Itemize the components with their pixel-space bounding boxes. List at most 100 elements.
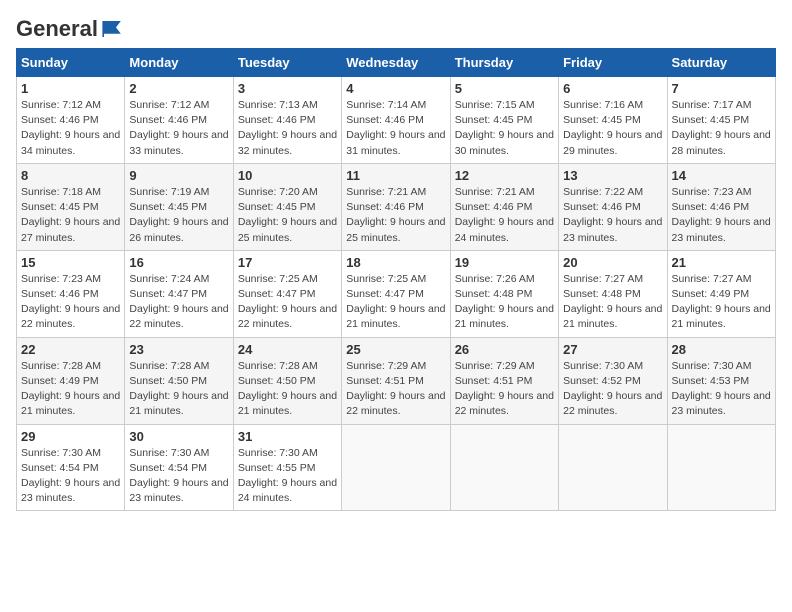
sunrise-label: Sunrise: 7:25 AM <box>346 273 426 285</box>
sunrise-label: Sunrise: 7:18 AM <box>21 186 101 198</box>
day-number: 23 <box>129 342 228 357</box>
sunset-label: Sunset: 4:45 PM <box>455 114 533 126</box>
calendar-cell: 15 Sunrise: 7:23 AM Sunset: 4:46 PM Dayl… <box>17 250 125 337</box>
calendar-week-row: 15 Sunrise: 7:23 AM Sunset: 4:46 PM Dayl… <box>17 250 776 337</box>
sunset-label: Sunset: 4:46 PM <box>21 288 99 300</box>
day-info: Sunrise: 7:12 AM Sunset: 4:46 PM Dayligh… <box>129 98 228 159</box>
calendar-cell: 14 Sunrise: 7:23 AM Sunset: 4:46 PM Dayl… <box>667 163 775 250</box>
day-info: Sunrise: 7:30 AM Sunset: 4:52 PM Dayligh… <box>563 359 662 420</box>
calendar-table: Sunday Monday Tuesday Wednesday Thursday… <box>16 48 776 511</box>
calendar-week-row: 8 Sunrise: 7:18 AM Sunset: 4:45 PM Dayli… <box>17 163 776 250</box>
daylight-label: Daylight: 9 hours and 25 minutes. <box>346 216 445 243</box>
calendar-week-row: 22 Sunrise: 7:28 AM Sunset: 4:49 PM Dayl… <box>17 337 776 424</box>
sunset-label: Sunset: 4:46 PM <box>672 201 750 213</box>
day-number: 6 <box>563 81 662 96</box>
sunset-label: Sunset: 4:46 PM <box>346 201 424 213</box>
sunset-label: Sunset: 4:47 PM <box>238 288 316 300</box>
calendar-cell: 21 Sunrise: 7:27 AM Sunset: 4:49 PM Dayl… <box>667 250 775 337</box>
sunrise-label: Sunrise: 7:12 AM <box>21 99 101 111</box>
day-number: 22 <box>21 342 120 357</box>
daylight-label: Daylight: 9 hours and 33 minutes. <box>129 129 228 156</box>
day-info: Sunrise: 7:21 AM Sunset: 4:46 PM Dayligh… <box>455 185 554 246</box>
calendar-cell: 9 Sunrise: 7:19 AM Sunset: 4:45 PM Dayli… <box>125 163 233 250</box>
calendar-cell: 8 Sunrise: 7:18 AM Sunset: 4:45 PM Dayli… <box>17 163 125 250</box>
calendar-cell: 25 Sunrise: 7:29 AM Sunset: 4:51 PM Dayl… <box>342 337 450 424</box>
sunrise-label: Sunrise: 7:28 AM <box>129 360 209 372</box>
calendar-cell: 10 Sunrise: 7:20 AM Sunset: 4:45 PM Dayl… <box>233 163 341 250</box>
sunrise-label: Sunrise: 7:12 AM <box>129 99 209 111</box>
daylight-label: Daylight: 9 hours and 24 minutes. <box>238 477 337 504</box>
sunrise-label: Sunrise: 7:23 AM <box>21 273 101 285</box>
day-info: Sunrise: 7:21 AM Sunset: 4:46 PM Dayligh… <box>346 185 445 246</box>
daylight-label: Daylight: 9 hours and 31 minutes. <box>346 129 445 156</box>
sunset-label: Sunset: 4:45 PM <box>21 201 99 213</box>
day-number: 11 <box>346 168 445 183</box>
day-info: Sunrise: 7:25 AM Sunset: 4:47 PM Dayligh… <box>238 272 337 333</box>
daylight-label: Daylight: 9 hours and 21 minutes. <box>238 390 337 417</box>
day-number: 21 <box>672 255 771 270</box>
day-number: 18 <box>346 255 445 270</box>
day-number: 30 <box>129 429 228 444</box>
day-number: 3 <box>238 81 337 96</box>
sunrise-label: Sunrise: 7:24 AM <box>129 273 209 285</box>
daylight-label: Daylight: 9 hours and 23 minutes. <box>563 216 662 243</box>
day-number: 19 <box>455 255 554 270</box>
daylight-label: Daylight: 9 hours and 24 minutes. <box>455 216 554 243</box>
day-number: 12 <box>455 168 554 183</box>
day-number: 20 <box>563 255 662 270</box>
calendar-cell: 5 Sunrise: 7:15 AM Sunset: 4:45 PM Dayli… <box>450 77 558 164</box>
day-number: 15 <box>21 255 120 270</box>
sunset-label: Sunset: 4:49 PM <box>21 375 99 387</box>
daylight-label: Daylight: 9 hours and 32 minutes. <box>238 129 337 156</box>
sunrise-label: Sunrise: 7:25 AM <box>238 273 318 285</box>
sunset-label: Sunset: 4:45 PM <box>129 201 207 213</box>
sunset-label: Sunset: 4:45 PM <box>563 114 641 126</box>
calendar-cell: 23 Sunrise: 7:28 AM Sunset: 4:50 PM Dayl… <box>125 337 233 424</box>
sunset-label: Sunset: 4:51 PM <box>346 375 424 387</box>
daylight-label: Daylight: 9 hours and 22 minutes. <box>129 303 228 330</box>
sunset-label: Sunset: 4:46 PM <box>238 114 316 126</box>
sunrise-label: Sunrise: 7:30 AM <box>563 360 643 372</box>
daylight-label: Daylight: 9 hours and 22 minutes. <box>563 390 662 417</box>
calendar-cell: 6 Sunrise: 7:16 AM Sunset: 4:45 PM Dayli… <box>559 77 667 164</box>
sunrise-label: Sunrise: 7:21 AM <box>346 186 426 198</box>
sunrise-label: Sunrise: 7:30 AM <box>238 447 318 459</box>
day-info: Sunrise: 7:23 AM Sunset: 4:46 PM Dayligh… <box>21 272 120 333</box>
day-info: Sunrise: 7:28 AM Sunset: 4:50 PM Dayligh… <box>129 359 228 420</box>
sunrise-label: Sunrise: 7:21 AM <box>455 186 535 198</box>
calendar-cell: 29 Sunrise: 7:30 AM Sunset: 4:54 PM Dayl… <box>17 424 125 511</box>
day-number: 29 <box>21 429 120 444</box>
sunrise-label: Sunrise: 7:29 AM <box>346 360 426 372</box>
sunrise-label: Sunrise: 7:13 AM <box>238 99 318 111</box>
sunset-label: Sunset: 4:47 PM <box>346 288 424 300</box>
day-info: Sunrise: 7:25 AM Sunset: 4:47 PM Dayligh… <box>346 272 445 333</box>
calendar-cell: 18 Sunrise: 7:25 AM Sunset: 4:47 PM Dayl… <box>342 250 450 337</box>
sunset-label: Sunset: 4:46 PM <box>346 114 424 126</box>
day-number: 8 <box>21 168 120 183</box>
sunset-label: Sunset: 4:55 PM <box>238 462 316 474</box>
sunrise-label: Sunrise: 7:20 AM <box>238 186 318 198</box>
sunrise-label: Sunrise: 7:15 AM <box>455 99 535 111</box>
day-number: 5 <box>455 81 554 96</box>
page-header: General <box>16 16 776 38</box>
daylight-label: Daylight: 9 hours and 22 minutes. <box>21 303 120 330</box>
daylight-label: Daylight: 9 hours and 22 minutes. <box>455 390 554 417</box>
day-info: Sunrise: 7:18 AM Sunset: 4:45 PM Dayligh… <box>21 185 120 246</box>
day-info: Sunrise: 7:26 AM Sunset: 4:48 PM Dayligh… <box>455 272 554 333</box>
logo-general-text: General <box>16 16 98 42</box>
sunset-label: Sunset: 4:49 PM <box>672 288 750 300</box>
calendar-cell: 3 Sunrise: 7:13 AM Sunset: 4:46 PM Dayli… <box>233 77 341 164</box>
sunset-label: Sunset: 4:46 PM <box>129 114 207 126</box>
day-number: 1 <box>21 81 120 96</box>
sunrise-label: Sunrise: 7:30 AM <box>129 447 209 459</box>
sunset-label: Sunset: 4:48 PM <box>455 288 533 300</box>
day-info: Sunrise: 7:19 AM Sunset: 4:45 PM Dayligh… <box>129 185 228 246</box>
day-number: 7 <box>672 81 771 96</box>
day-number: 26 <box>455 342 554 357</box>
daylight-label: Daylight: 9 hours and 23 minutes. <box>21 477 120 504</box>
daylight-label: Daylight: 9 hours and 21 minutes. <box>21 390 120 417</box>
sunrise-label: Sunrise: 7:19 AM <box>129 186 209 198</box>
daylight-label: Daylight: 9 hours and 21 minutes. <box>346 303 445 330</box>
daylight-label: Daylight: 9 hours and 21 minutes. <box>563 303 662 330</box>
calendar-cell: 31 Sunrise: 7:30 AM Sunset: 4:55 PM Dayl… <box>233 424 341 511</box>
